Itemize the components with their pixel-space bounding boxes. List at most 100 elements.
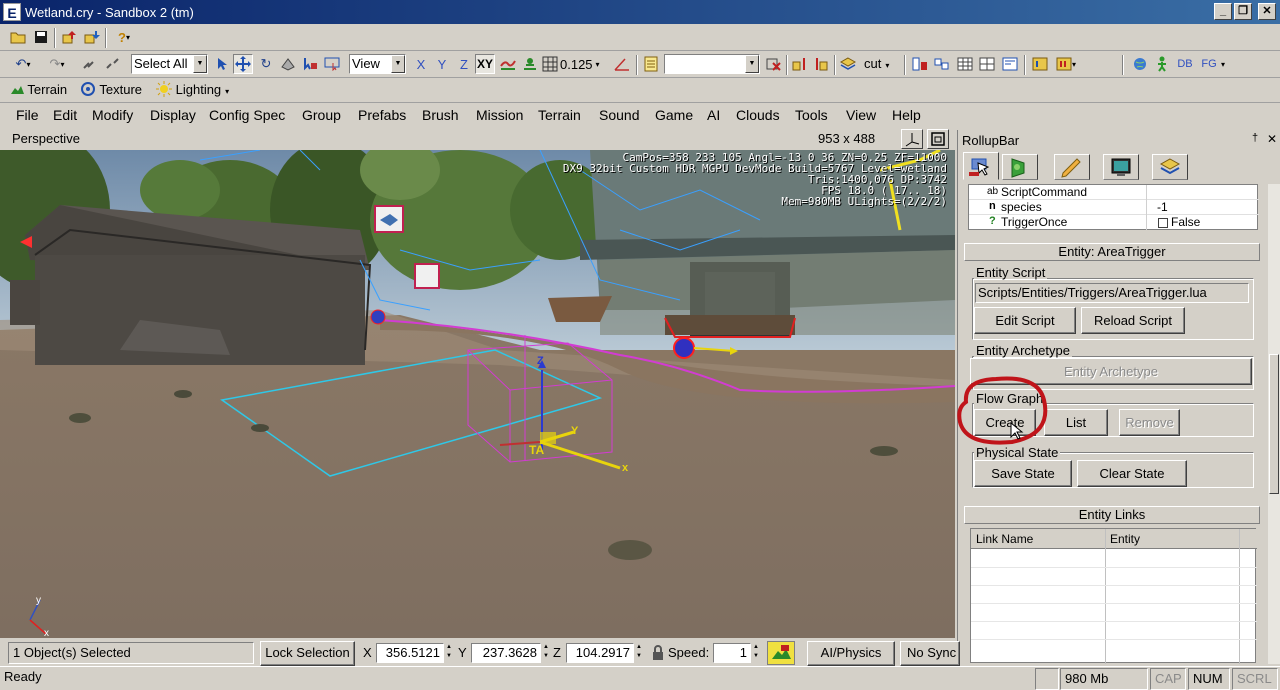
display-tab[interactable]: [1103, 154, 1139, 180]
links-column-header[interactable]: Link Name: [976, 532, 1033, 546]
ai-person-icon[interactable]: [1152, 54, 1172, 74]
app-icon[interactable]: E: [3, 3, 21, 21]
move-icon[interactable]: [233, 54, 253, 74]
export-icon[interactable]: [82, 27, 102, 47]
no-sync-button[interactable]: No Sync: [900, 641, 960, 666]
restore-button[interactable]: ❐: [1234, 3, 1252, 20]
y-coordinate-field[interactable]: 237.3628: [471, 643, 541, 663]
menu-mission[interactable]: Mission: [476, 107, 523, 123]
delete-selection-icon[interactable]: [764, 54, 784, 74]
x-spinner[interactable]: ▲ ▼: [444, 643, 454, 663]
more-tools-icon[interactable]: ▾: [1052, 54, 1080, 74]
pin-icon[interactable]: †: [1252, 132, 1258, 144]
menu-file[interactable]: File: [16, 107, 39, 123]
menu-group[interactable]: Group: [302, 107, 341, 123]
menu-brush[interactable]: Brush: [422, 107, 459, 123]
lighting-tool-button[interactable]: Lighting ▾: [156, 80, 229, 102]
entity-links-table[interactable]: Link Name Entity: [970, 528, 1257, 664]
lock-icon[interactable]: [648, 643, 668, 663]
script-path-field[interactable]: Scripts/Entities/Triggers/AreaTrigger.lu…: [975, 283, 1249, 303]
objects-tab[interactable]: [963, 152, 999, 180]
track-view-icon[interactable]: [1000, 54, 1020, 74]
entity-panel-header[interactable]: Entity: AreaTrigger: [964, 243, 1260, 261]
property-row[interactable]: ab ScriptCommand: [969, 185, 1259, 200]
properties-grid[interactable]: ab ScriptCommand n species -1 ? TriggerO…: [968, 184, 1259, 230]
select-terrain-icon[interactable]: [300, 54, 320, 74]
menu-view[interactable]: View: [846, 107, 876, 123]
close-button[interactable]: ✕: [1258, 3, 1276, 20]
rollup-close-icon[interactable]: ✕: [1267, 132, 1277, 146]
fg-button[interactable]: FG: [1197, 54, 1221, 74]
save-state-button[interactable]: Save State: [974, 460, 1072, 487]
scale-icon[interactable]: [278, 54, 298, 74]
layers-tab[interactable]: [1152, 154, 1188, 180]
clear-state-button[interactable]: Clear State: [1077, 460, 1187, 487]
entity-links-header[interactable]: Entity Links: [964, 506, 1260, 524]
globe-icon[interactable]: [1130, 54, 1150, 74]
open-icon[interactable]: [8, 27, 28, 47]
angle-snap-icon[interactable]: [612, 54, 632, 74]
terrain-follow-icon[interactable]: [767, 641, 795, 665]
axis-x-button[interactable]: X: [411, 54, 431, 74]
axis-helper-icon[interactable]: [901, 129, 923, 149]
select-region-icon[interactable]: [322, 54, 342, 74]
flow-graph-remove-button[interactable]: Remove: [1119, 409, 1180, 436]
z-coordinate-field[interactable]: 104.2917: [566, 643, 634, 663]
links-column-header[interactable]: Entity: [1110, 532, 1140, 546]
menu-help[interactable]: Help: [892, 107, 921, 123]
axis-z-button[interactable]: Z: [454, 54, 474, 74]
perspective-viewport[interactable]: CamPos=358 233 105 Angl=-13 0 36 ZN=0.25…: [0, 150, 955, 638]
menu-tools[interactable]: Tools: [795, 107, 828, 123]
redo-icon[interactable]: ↷ ▾: [42, 54, 72, 74]
sound-browser-icon[interactable]: [1030, 54, 1050, 74]
rollup-scrollbar[interactable]: [1268, 184, 1280, 664]
select-mode-icon[interactable]: [212, 54, 232, 74]
selection-list-icon[interactable]: [641, 54, 661, 74]
menu-terrain[interactable]: Terrain: [538, 107, 581, 123]
speed-spinner[interactable]: ▲ ▼: [751, 643, 761, 663]
axis-y-button[interactable]: Y: [432, 54, 452, 74]
grid-snap-select[interactable]: 0.125 ▾: [542, 54, 608, 74]
y-spinner[interactable]: ▲ ▼: [541, 643, 551, 663]
terrain-editor-icon[interactable]: [977, 54, 997, 74]
coord-system-select[interactable]: View ▼: [349, 54, 406, 74]
link-icon[interactable]: [80, 54, 100, 74]
align-icon[interactable]: [790, 54, 810, 74]
snap-objects-icon[interactable]: [520, 54, 540, 74]
trigger-once-checkbox[interactable]: [1158, 218, 1168, 228]
menu-edit[interactable]: Edit: [53, 107, 77, 123]
menu-display[interactable]: Display: [150, 107, 196, 123]
terrain-snap-icon[interactable]: [498, 54, 518, 74]
rotate-icon[interactable]: ↻: [256, 54, 276, 74]
selection-filter-select[interactable]: Select All ▼: [131, 54, 208, 74]
menu-prefabs[interactable]: Prefabs: [358, 107, 406, 123]
speed-field[interactable]: 1: [713, 643, 751, 663]
viewport-name[interactable]: Perspective: [12, 131, 80, 146]
menu-modify[interactable]: Modify: [92, 107, 133, 123]
terrain-tool-button[interactable]: Terrain: [10, 80, 67, 100]
menu-ai[interactable]: AI: [707, 107, 720, 123]
current-layer-label[interactable]: cut ▾: [864, 54, 889, 76]
edit-script-button[interactable]: Edit Script: [974, 307, 1076, 334]
menu-game[interactable]: Game: [655, 107, 693, 123]
material-editor-icon[interactable]: [910, 54, 930, 74]
unlink-icon[interactable]: [103, 54, 123, 74]
minimize-button[interactable]: _: [1214, 3, 1232, 20]
texture-tool-button[interactable]: Texture: [80, 80, 142, 100]
x-coordinate-field[interactable]: 356.5121: [376, 643, 444, 663]
align-to-object-icon[interactable]: [812, 54, 832, 74]
z-spinner[interactable]: ▲ ▼: [634, 643, 644, 663]
property-row[interactable]: n species -1: [969, 200, 1259, 215]
save-icon[interactable]: [31, 27, 51, 47]
undo-icon[interactable]: ↶ ▾: [8, 54, 38, 74]
database-view-icon[interactable]: [955, 54, 975, 74]
ai-physics-button[interactable]: AI/Physics: [807, 641, 895, 666]
named-selection-select[interactable]: ▼: [664, 54, 760, 74]
property-row[interactable]: ? TriggerOnce False: [969, 215, 1259, 230]
help-icon[interactable]: ? ▾: [110, 27, 138, 47]
import-icon[interactable]: [60, 27, 80, 47]
character-editor-icon[interactable]: [932, 54, 952, 74]
property-value[interactable]: -1: [1157, 200, 1168, 214]
reload-script-button[interactable]: Reload Script: [1081, 307, 1185, 334]
terrain-tab[interactable]: [1002, 154, 1038, 180]
